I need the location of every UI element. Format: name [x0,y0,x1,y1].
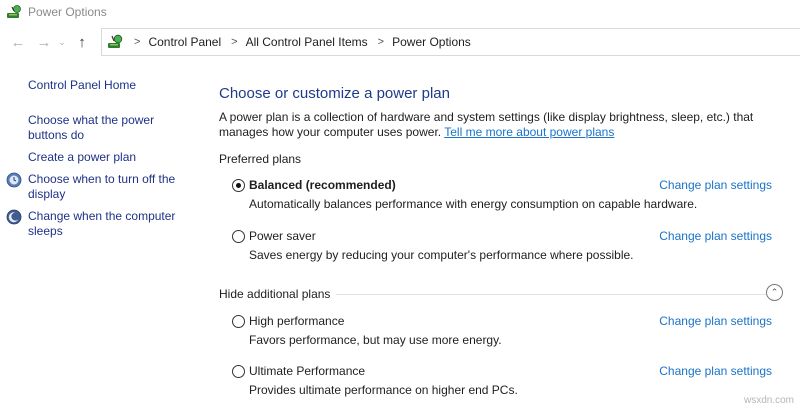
breadcrumb-separator-icon: > [134,36,141,48]
preferred-plans-label: Preferred plans [219,152,302,166]
change-plan-settings-link[interactable]: Change plan settings [659,229,772,243]
sidebar-item-sleep[interactable]: Change when the computer sleeps [6,209,176,239]
breadcrumb-separator-icon: > [231,36,238,48]
navigation-bar: ← → ⌄ ↑ > Control Panel > All Control Pa… [0,28,800,56]
divider [336,293,774,295]
plan-description: Automatically balances performance with … [249,197,698,211]
sidebar-item-create-plan[interactable]: Create a power plan [28,150,136,165]
radio-high-performance[interactable] [232,315,245,328]
change-plan-settings-link[interactable]: Change plan settings [659,178,772,192]
radio-ultimate-performance[interactable] [232,365,245,378]
arrow-left-icon[interactable]: ← [8,31,28,53]
page-title: Choose or customize a power plan [219,85,450,102]
watermark: wsxdn.com [743,395,794,406]
radio-power-saver[interactable] [232,230,245,243]
plan-name[interactable]: Ultimate Performance [249,364,365,378]
plan-name[interactable]: High performance [249,314,344,328]
preferred-plans-header: Preferred plans [219,152,307,166]
sidebar-item-label: buttons do [28,128,85,142]
power-options-icon [7,5,21,18]
sidebar-item-power-buttons[interactable]: Choose what the power buttons do [28,113,154,143]
sidebar-item-label: Change when the computer [28,209,176,223]
collapse-chevron-icon[interactable]: ⌃ [766,284,783,301]
change-plan-settings-link[interactable]: Change plan settings [659,314,772,328]
display-icon [6,172,22,188]
window-title: Power Options [28,5,107,19]
plan-description: Provides ultimate performance on higher … [249,383,518,397]
chevron-down-icon[interactable]: ⌄ [56,31,68,53]
radio-balanced[interactable] [232,179,245,192]
title-bar: Power Options [0,0,800,24]
breadcrumb-control-panel[interactable]: Control Panel [148,35,221,49]
sidebar-item-label: Choose what the power [28,113,155,127]
sidebar-item-label: sleeps [28,224,63,238]
breadcrumb-separator-icon: > [377,36,385,48]
plan-description: Saves energy by reducing your computer's… [249,248,634,262]
sidebar-item-label: display [28,187,66,201]
arrow-right-icon[interactable]: → [34,31,54,53]
breadcrumb-all-items[interactable]: All Control Panel Items [246,35,368,49]
sidebar-item-control-panel-home[interactable]: Control Panel Home [28,78,136,93]
sidebar-item-label: Choose when to turn off the [28,172,176,186]
change-plan-settings-link[interactable]: Change plan settings [659,364,772,378]
plan-description: Favors performance, but may use more ene… [249,333,502,347]
arrow-up-icon[interactable]: ↑ [72,31,92,53]
plan-name[interactable]: Power saver [249,229,316,243]
control-panel-icon [108,34,123,48]
learn-more-link[interactable]: Tell me more about power plans [444,125,614,139]
page-description: A power plan is a collection of hardware… [219,110,794,140]
plan-name[interactable]: Balanced (recommended) [249,178,396,192]
address-bar[interactable]: > Control Panel > All Control Panel Item… [101,28,800,56]
hide-additional-plans-label[interactable]: Hide additional plans [219,287,330,301]
sidebar-item-turn-off-display[interactable]: Choose when to turn off the display [6,172,176,202]
breadcrumb-power-options[interactable]: Power Options [392,35,471,49]
additional-plans-header: Hide additional plans [219,287,774,301]
moon-icon [6,209,22,225]
